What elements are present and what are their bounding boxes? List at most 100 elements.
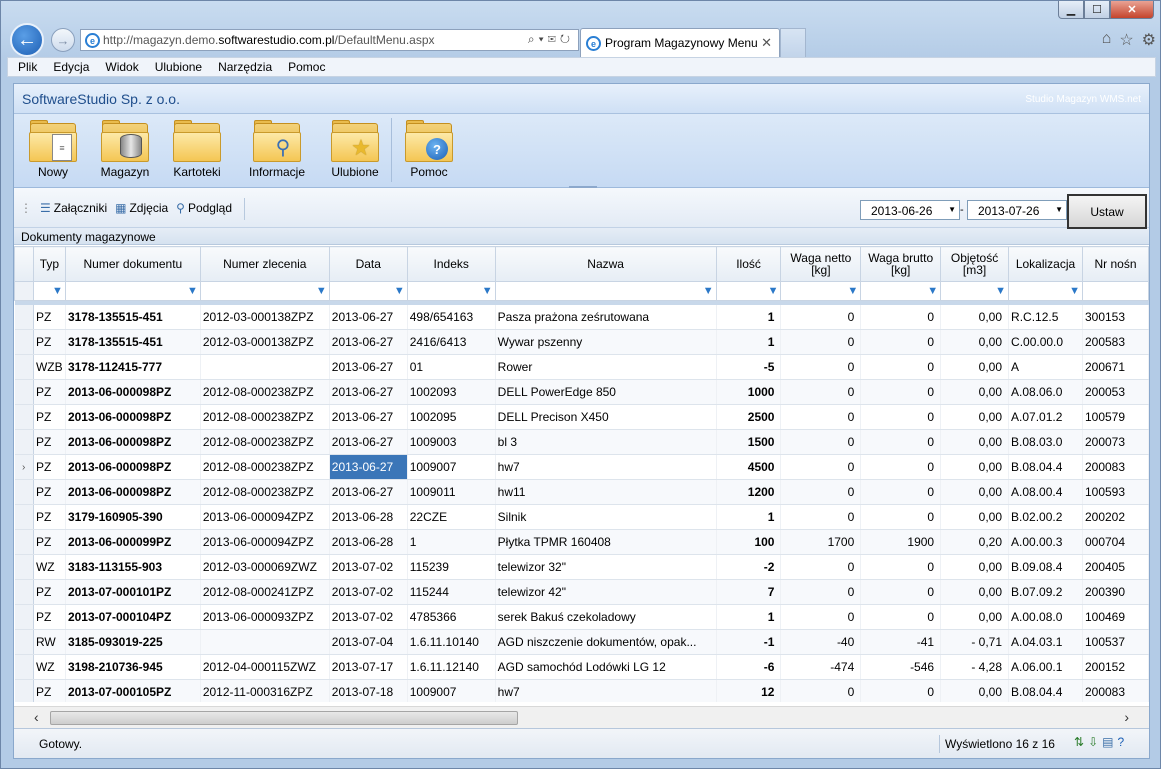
table-cell[interactable]: B.08.04.4 [1008, 454, 1083, 480]
table-cell[interactable]: 01 [407, 354, 496, 380]
table-cell[interactable]: DELL PowerEdge 850 [495, 379, 717, 405]
table-cell[interactable]: 300153 [1082, 304, 1149, 330]
table-cell[interactable]: 498/654163 [407, 304, 496, 330]
table-cell[interactable]: 3185-093019-225 [65, 629, 201, 655]
row-indicator[interactable] [14, 604, 34, 630]
table-cell[interactable]: 100469 [1082, 604, 1149, 630]
table-cell[interactable]: A.06.00.1 [1008, 654, 1083, 680]
table-row[interactable]: PZ 2013-06-000099PZ 2013-06-000094ZPZ 2013-… [14, 529, 1149, 555]
table-cell[interactable]: PZ [33, 479, 66, 505]
filter-funnel-icon[interactable]: ▼ [406, 281, 496, 301]
table-cell[interactable]: B.02.00.2 [1008, 504, 1083, 530]
column-header[interactable]: Ilość [715, 246, 782, 282]
table-cell[interactable]: 1700 [780, 529, 862, 555]
table-cell[interactable]: 0 [780, 329, 862, 355]
table-cell[interactable]: PZ [33, 679, 66, 702]
table-cell[interactable]: 0,00 [940, 404, 1010, 430]
table-cell[interactable]: 200073 [1082, 429, 1149, 455]
close-button[interactable]: ✕ [1110, 1, 1154, 19]
table-cell[interactable]: 0,00 [940, 479, 1010, 505]
filter-funnel-icon[interactable]: ▼ [1008, 281, 1083, 301]
table-cell[interactable]: 2013-07-02 [329, 554, 408, 580]
row-indicator[interactable] [14, 629, 34, 655]
table-cell[interactable]: 2416/6413 [407, 329, 496, 355]
table-cell[interactable]: -2 [716, 554, 782, 580]
table-cell[interactable]: DELL Precison X450 [495, 404, 717, 430]
table-cell[interactable]: 2013-06-000094ZPZ [200, 529, 330, 555]
column-header[interactable]: Waga brutto [kg] [860, 246, 942, 282]
table-cell[interactable]: 2013-06-27 [329, 429, 408, 455]
table-cell[interactable]: hw7 [495, 679, 717, 702]
table-cell[interactable]: B.08.03.0 [1008, 429, 1083, 455]
address-tools-icon[interactable]: ⌕▾✉↻ [528, 32, 574, 47]
print-icon[interactable]: ▤ [1102, 735, 1113, 749]
table-cell[interactable]: 100593 [1082, 479, 1149, 505]
table-cell[interactable]: 2013-07-02 [329, 579, 408, 605]
table-row[interactable]: RW 3185-093019-225 2013-07-04 1.6.11.10140 A… [14, 629, 1149, 655]
table-cell[interactable]: telewizor 42" [495, 579, 717, 605]
table-cell[interactable]: C.00.00.0 [1008, 329, 1083, 355]
table-cell[interactable]: 2013-06-000099PZ [65, 529, 201, 555]
table-cell[interactable]: 0 [780, 604, 862, 630]
ribbon-magazyn-button[interactable]: Magazyn [97, 120, 153, 179]
table-cell[interactable]: 1000 [716, 379, 782, 405]
table-cell[interactable]: 2012-03-000138ZPZ [200, 304, 330, 330]
table-cell[interactable]: 1009007 [407, 454, 496, 480]
table-cell[interactable]: 1200 [716, 479, 782, 505]
table-cell[interactable]: WZ [33, 654, 66, 680]
table-cell[interactable]: 0,20 [940, 529, 1010, 555]
table-cell[interactable]: 0,00 [940, 554, 1010, 580]
table-row[interactable]: PZ 2013-07-000104PZ 2013-06-000093ZPZ 2013-… [14, 604, 1149, 630]
table-row[interactable]: PZ 2013-07-000101PZ 2012-08-000241ZPZ 2013-… [14, 579, 1149, 605]
table-cell[interactable]: 7 [716, 579, 782, 605]
row-indicator[interactable] [14, 329, 34, 355]
table-cell[interactable]: hw7 [495, 454, 717, 480]
table-cell[interactable]: 0 [780, 679, 862, 702]
table-cell[interactable]: 22CZE [407, 504, 496, 530]
table-cell[interactable]: 0 [780, 354, 862, 380]
table-row[interactable]: PZ 2013-06-000098PZ 2012-08-000238ZPZ 2013-… [14, 429, 1149, 455]
table-cell[interactable]: R.C.12.5 [1008, 304, 1083, 330]
table-cell[interactable]: 0,00 [940, 429, 1010, 455]
table-cell[interactable]: telewizor 32" [495, 554, 717, 580]
table-cell[interactable]: 1500 [716, 429, 782, 455]
table-cell[interactable]: 0 [860, 404, 942, 430]
table-cell[interactable]: 0 [860, 304, 942, 330]
row-indicator[interactable] [14, 379, 34, 405]
table-cell[interactable]: 100579 [1082, 404, 1149, 430]
column-header[interactable]: Typ [32, 246, 66, 282]
export-icon[interactable]: ⇩ [1088, 735, 1098, 749]
menu-item-pomoc[interactable]: Pomoc [288, 60, 325, 74]
preview-button[interactable]: ⚲ Podgląd [176, 201, 232, 215]
table-cell[interactable]: B.07.09.2 [1008, 579, 1083, 605]
table-cell[interactable]: 2012-03-000138ZPZ [200, 329, 330, 355]
minimize-button[interactable]: ▁ [1058, 1, 1084, 19]
ribbon-nowy-button[interactable]: ≡ Nowy [26, 120, 80, 179]
row-indicator[interactable] [14, 679, 34, 702]
table-cell[interactable]: AGD samochód Lodówki LG 12 [495, 654, 717, 680]
table-cell[interactable]: 2012-03-000069ZWZ [200, 554, 330, 580]
table-cell[interactable]: RW [33, 629, 66, 655]
set-button[interactable]: Ustaw [1067, 194, 1147, 229]
favorites-star-icon[interactable]: ☆ [1119, 30, 1133, 50]
table-cell[interactable]: 2013-06-000093ZPZ [200, 604, 330, 630]
table-cell[interactable]: 200671 [1082, 354, 1149, 380]
table-cell[interactable]: 2012-08-000238ZPZ [200, 479, 330, 505]
row-indicator[interactable] [14, 479, 34, 505]
column-header[interactable]: Waga netto [kg] [780, 246, 862, 282]
table-cell[interactable]: 1002095 [407, 404, 496, 430]
column-header[interactable]: Numer dokumentu [64, 246, 201, 282]
row-indicator[interactable] [14, 529, 34, 555]
date-to-picker[interactable]: 2013-07-26 ▼ [967, 200, 1067, 220]
row-indicator[interactable] [14, 404, 34, 430]
table-cell[interactable]: WZB [33, 354, 66, 380]
table-cell[interactable]: 200583 [1082, 329, 1149, 355]
row-indicator[interactable] [14, 579, 34, 605]
table-cell[interactable]: -546 [860, 654, 942, 680]
table-cell[interactable]: 0,00 [940, 504, 1010, 530]
table-cell[interactable]: A.08.06.0 [1008, 379, 1083, 405]
table-cell[interactable]: 3178-135515-451 [65, 304, 201, 330]
table-cell[interactable]: 200083 [1082, 454, 1149, 480]
menu-item-edycja[interactable]: Edycja [53, 60, 89, 74]
table-cell[interactable]: 1 [716, 604, 782, 630]
